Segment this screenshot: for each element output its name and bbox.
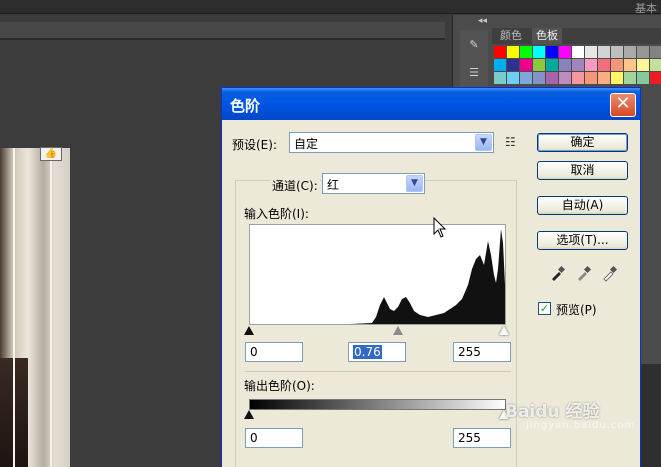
tab-color[interactable]: 颜色 bbox=[496, 28, 526, 44]
output-levels-slider[interactable] bbox=[244, 410, 512, 422]
color-swatch[interactable] bbox=[624, 72, 636, 84]
output-black-handle[interactable] bbox=[244, 410, 254, 419]
color-swatch[interactable] bbox=[650, 72, 661, 84]
color-swatch[interactable] bbox=[637, 46, 649, 58]
section-divider bbox=[245, 371, 511, 372]
color-swatch[interactable] bbox=[650, 59, 661, 71]
color-swatch[interactable] bbox=[572, 72, 584, 84]
channel-label: 通道(C): bbox=[270, 177, 320, 194]
preset-select[interactable]: 自定 ▼ bbox=[289, 132, 494, 153]
white-eyedropper-icon[interactable] bbox=[601, 264, 619, 282]
mouse-cursor-icon bbox=[433, 217, 447, 238]
close-icon[interactable]: ✕ bbox=[610, 93, 636, 117]
preview-label: 预览(P) bbox=[556, 303, 597, 317]
color-swatch[interactable] bbox=[637, 72, 649, 84]
channel-select[interactable]: 红 ▼ bbox=[322, 173, 425, 194]
color-swatch[interactable] bbox=[559, 46, 571, 58]
preset-value: 自定 bbox=[294, 137, 319, 151]
color-swatch[interactable] bbox=[520, 59, 532, 71]
color-swatch[interactable] bbox=[533, 72, 545, 84]
input-levels-label: 输入色阶(I): bbox=[244, 207, 309, 221]
input-gamma-field[interactable]: 0.76 bbox=[348, 342, 406, 362]
color-swatch[interactable] bbox=[533, 46, 545, 58]
chevron-down-icon[interactable]: ▼ bbox=[475, 134, 492, 151]
color-swatch[interactable] bbox=[507, 59, 519, 71]
color-swatch[interactable] bbox=[507, 46, 519, 58]
preset-options-icon[interactable]: ☷ bbox=[505, 135, 516, 149]
histogram-graph bbox=[302, 229, 505, 324]
color-swatch[interactable] bbox=[520, 72, 532, 84]
collapse-panels-icon[interactable]: ◂◂ bbox=[478, 16, 487, 26]
ok-button[interactable]: 确定 bbox=[537, 133, 628, 152]
dialog-titlebar[interactable]: 色阶 ✕ bbox=[222, 88, 640, 120]
input-white-field[interactable]: 255 bbox=[453, 342, 511, 362]
document-tab-bar bbox=[0, 22, 445, 38]
color-swatch[interactable] bbox=[559, 59, 571, 71]
black-point-handle[interactable] bbox=[244, 326, 254, 335]
like-button[interactable]: 👍 bbox=[40, 147, 62, 161]
color-swatch[interactable] bbox=[598, 46, 610, 58]
photo-highlight-line bbox=[50, 148, 52, 467]
document-divider bbox=[0, 38, 445, 40]
color-swatch[interactable] bbox=[624, 46, 636, 58]
watermark: Baidu 经验 bbox=[505, 402, 600, 422]
histogram-shape bbox=[302, 229, 505, 324]
app-menubar: 基本 bbox=[0, 0, 661, 16]
gamma-handle[interactable] bbox=[393, 326, 403, 335]
color-swatch[interactable] bbox=[494, 46, 506, 58]
tab-swatches[interactable]: 色板 bbox=[532, 28, 562, 44]
channel-value: 红 bbox=[327, 178, 340, 192]
color-swatch[interactable] bbox=[650, 46, 661, 58]
dialog-title: 色阶 bbox=[230, 97, 261, 115]
histogram bbox=[249, 224, 506, 325]
options-button[interactable]: 选项(T)... bbox=[537, 231, 628, 250]
document-photo bbox=[0, 148, 70, 467]
color-swatch[interactable] bbox=[572, 46, 584, 58]
brush-preset-icon[interactable]: ✎ bbox=[466, 38, 482, 52]
white-point-handle[interactable] bbox=[499, 326, 509, 335]
chevron-down-icon[interactable]: ▼ bbox=[406, 175, 423, 192]
photo-highlight-line bbox=[13, 148, 15, 467]
swatch-grid bbox=[494, 46, 661, 84]
color-swatch[interactable] bbox=[598, 72, 610, 84]
color-swatch[interactable] bbox=[598, 59, 610, 71]
cancel-button[interactable]: 取消 bbox=[537, 161, 628, 180]
color-swatch[interactable] bbox=[533, 59, 545, 71]
color-swatch[interactable] bbox=[559, 72, 571, 84]
output-white-field[interactable]: 255 bbox=[453, 428, 511, 448]
auto-button[interactable]: 自动(A) bbox=[537, 196, 628, 215]
workspace-label[interactable]: 基本 bbox=[635, 0, 657, 16]
color-swatch[interactable] bbox=[546, 59, 558, 71]
gray-eyedropper-icon[interactable] bbox=[575, 264, 593, 282]
layers-panel-edge bbox=[641, 364, 661, 467]
color-swatch[interactable] bbox=[585, 72, 597, 84]
color-swatch[interactable] bbox=[624, 59, 636, 71]
more-icon[interactable]: : bbox=[64, 148, 67, 159]
color-swatch[interactable] bbox=[546, 72, 558, 84]
black-eyedropper-icon[interactable] bbox=[549, 264, 567, 282]
input-black-field[interactable]: 0 bbox=[245, 342, 303, 362]
color-swatch[interactable] bbox=[546, 46, 558, 58]
color-swatch[interactable] bbox=[637, 59, 649, 71]
watermark-url: jingyan.baidu.com bbox=[526, 420, 636, 431]
preview-checkbox[interactable]: ✓ bbox=[538, 302, 551, 315]
color-swatch[interactable] bbox=[494, 59, 506, 71]
output-levels-label: 输出色阶(O): bbox=[244, 379, 315, 393]
color-swatch[interactable] bbox=[507, 72, 519, 84]
color-swatch[interactable] bbox=[494, 72, 506, 84]
output-black-field[interactable]: 0 bbox=[245, 428, 303, 448]
color-swatch[interactable] bbox=[520, 46, 532, 58]
color-swatch[interactable] bbox=[585, 59, 597, 71]
output-gradient-bar bbox=[249, 399, 506, 410]
color-swatch[interactable] bbox=[611, 46, 623, 58]
color-swatch[interactable] bbox=[585, 46, 597, 58]
preset-label: 预设(E): bbox=[232, 138, 277, 152]
color-swatch[interactable] bbox=[572, 59, 584, 71]
color-swatch[interactable] bbox=[611, 59, 623, 71]
input-levels-slider[interactable] bbox=[244, 326, 512, 338]
adjustments-icon[interactable]: ☰ bbox=[466, 66, 482, 80]
color-swatch[interactable] bbox=[611, 72, 623, 84]
